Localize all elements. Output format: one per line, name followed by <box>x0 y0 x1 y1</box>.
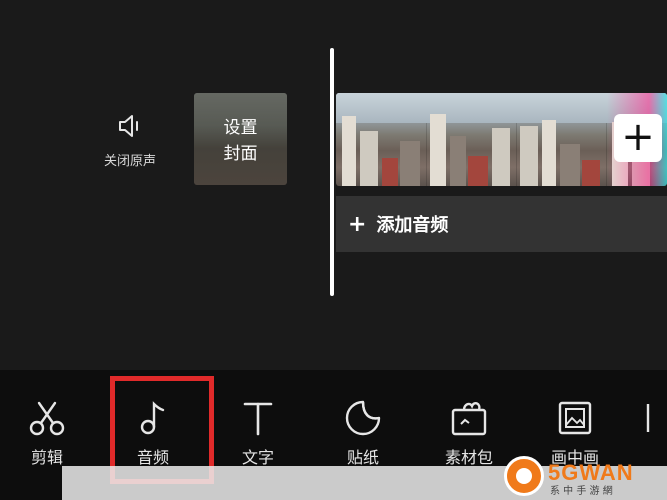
set-cover-line1: 设置 <box>223 118 258 138</box>
add-clip-button[interactable]: + <box>614 114 662 162</box>
mute-label: 关闭原声 <box>103 154 156 169</box>
tool-label: 贴纸 <box>346 448 379 467</box>
watermark: 5GWAN 系 中 手 游 網 <box>500 452 667 500</box>
scissors-icon <box>29 401 65 436</box>
set-cover-thumbnail[interactable]: 设置 封面 <box>194 93 287 185</box>
editor-area: 关闭原声 设置 封面 + + 添加音频 <box>0 0 667 370</box>
partial-tool-icon <box>646 404 650 432</box>
add-audio-button[interactable]: + 添加音频 <box>336 196 667 252</box>
clip-frame <box>516 93 607 186</box>
clip-frame <box>426 93 517 186</box>
speaker-icon <box>119 115 138 137</box>
sticker-icon <box>345 400 381 436</box>
tool-sticker[interactable]: 贴纸 <box>318 398 408 468</box>
set-cover-label: 设置 封面 <box>194 115 287 167</box>
plus-icon: + <box>348 211 367 237</box>
tool-text[interactable]: 文字 <box>213 398 303 468</box>
tool-cut[interactable]: 剪辑 <box>2 398 92 468</box>
watermark-sub: 系 中 手 游 網 <box>550 486 613 497</box>
text-icon <box>243 402 273 436</box>
tool-more-partial[interactable] <box>628 398 667 438</box>
watermark-logo-icon <box>504 456 544 496</box>
mute-original-audio-button[interactable]: 关闭原声 <box>95 112 165 169</box>
material-pack-icon <box>451 402 487 436</box>
picture-in-picture-icon <box>558 401 592 435</box>
playhead[interactable] <box>330 48 334 296</box>
clip-frame <box>336 93 427 186</box>
add-audio-label: 添加音频 <box>376 215 449 236</box>
set-cover-line2: 封面 <box>223 144 258 164</box>
tool-label: 剪辑 <box>30 448 63 467</box>
tool-label: 文字 <box>241 448 274 467</box>
